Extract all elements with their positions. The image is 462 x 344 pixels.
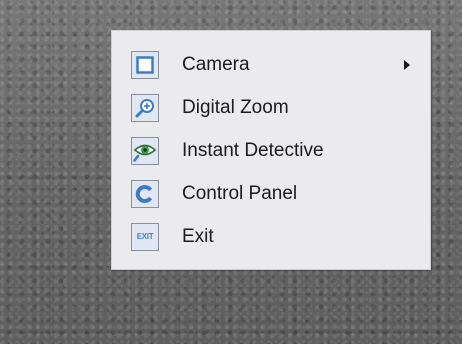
magnifier-zoom-icon xyxy=(131,93,159,122)
exit-icon: EXIT xyxy=(131,222,159,251)
menu-item-label: Control Panel xyxy=(182,182,298,204)
menu-item-control-panel[interactable]: Control Panel xyxy=(112,172,430,215)
context-menu: Camera Digital Zoom Instant Detective Co… xyxy=(111,30,431,270)
menu-item-instant-detective[interactable]: Instant Detective xyxy=(112,129,430,172)
camera-square-icon xyxy=(131,50,159,79)
exit-icon-text: EXIT xyxy=(136,232,154,241)
menu-item-label: Exit xyxy=(182,225,214,247)
eye-detective-icon xyxy=(131,136,159,165)
control-panel-c-icon xyxy=(131,179,159,208)
menu-item-label: Instant Detective xyxy=(182,139,324,161)
submenu-arrow-icon xyxy=(404,59,410,70)
menu-item-camera[interactable]: Camera xyxy=(112,43,430,86)
menu-item-label: Camera xyxy=(182,53,250,75)
menu-item-label: Digital Zoom xyxy=(182,96,289,118)
menu-item-exit[interactable]: EXIT Exit xyxy=(112,215,430,258)
menu-item-digital-zoom[interactable]: Digital Zoom xyxy=(112,86,430,129)
